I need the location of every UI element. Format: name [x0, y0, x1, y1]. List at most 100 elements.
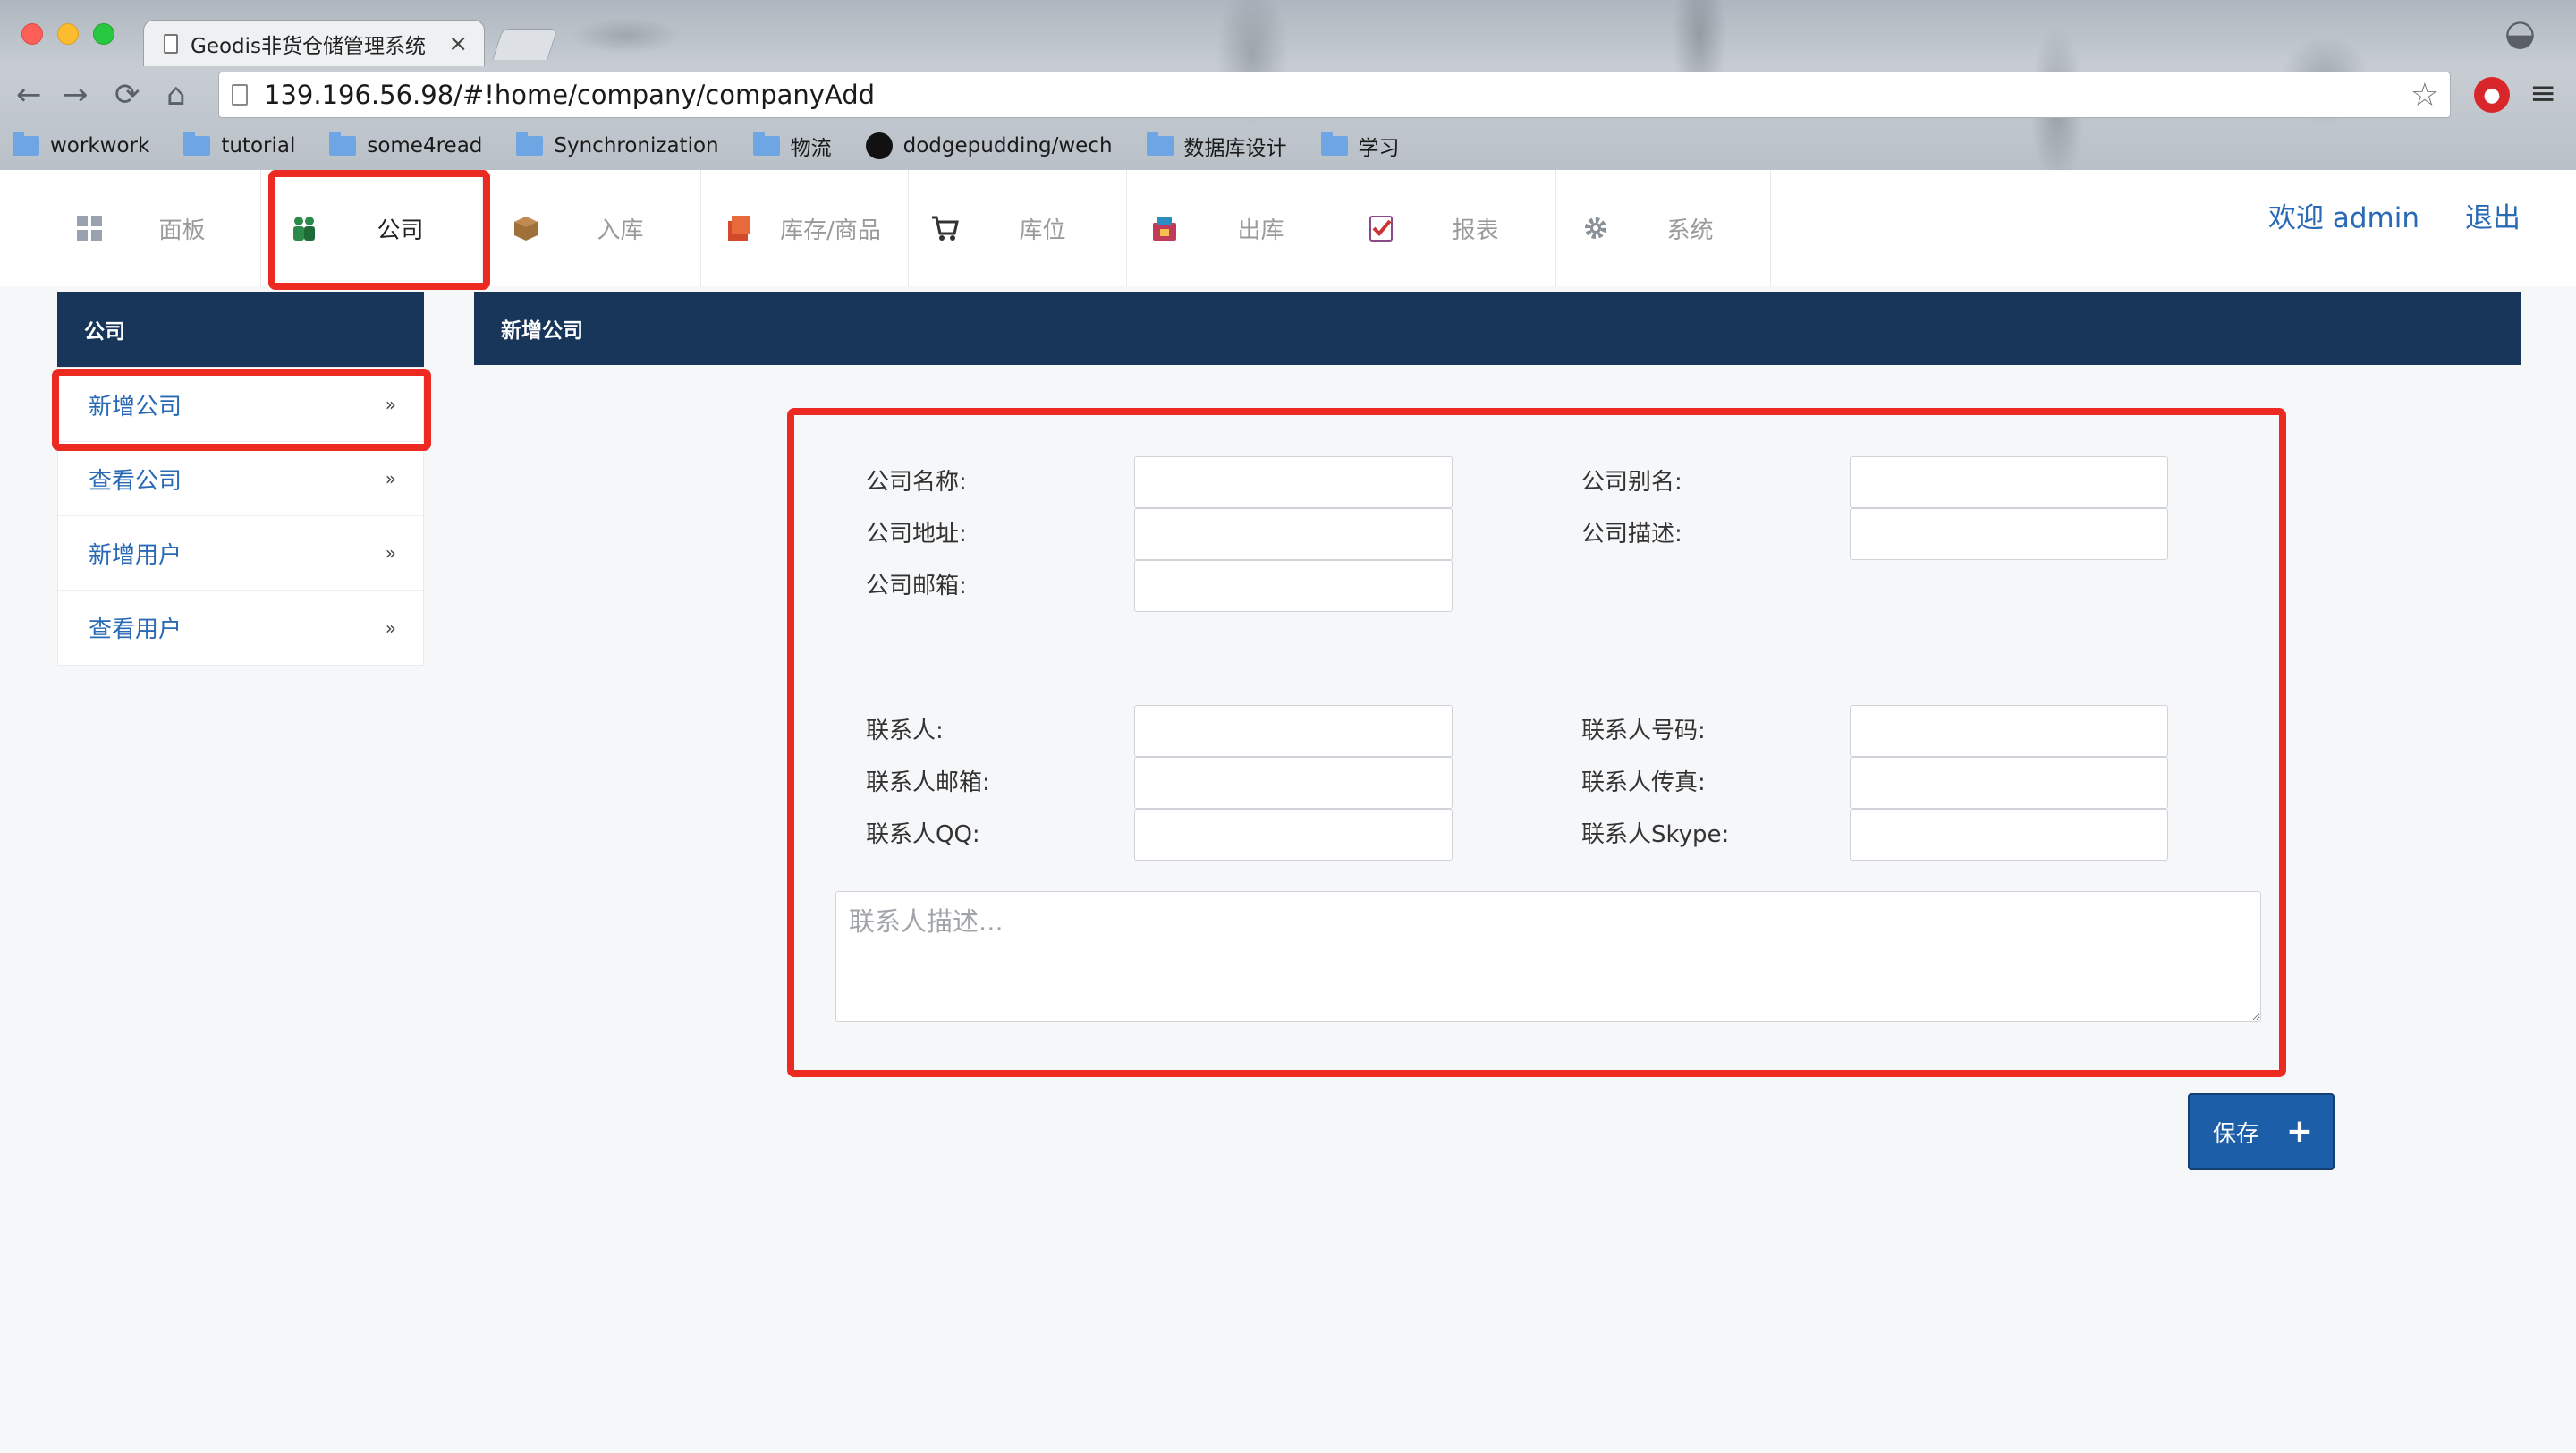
people-icon	[293, 217, 315, 241]
save-button[interactable]: 保存 +	[2188, 1093, 2334, 1170]
save-button-label: 保存	[2213, 1120, 2260, 1148]
contact-phone-label: 联系人号码:	[1581, 718, 1706, 744]
nav-label: 公司	[377, 217, 424, 244]
bookmark-label: workwork	[50, 134, 150, 157]
page-icon	[164, 33, 178, 54]
contact-description-textarea[interactable]	[835, 891, 2261, 1022]
github-icon	[865, 132, 893, 159]
browser-tab[interactable]: Geodis非货仓储管理系统 ×	[143, 20, 485, 66]
contact-phone-input[interactable]	[1850, 705, 2168, 757]
company-alias-input[interactable]	[1850, 456, 2168, 508]
bookmark-label: 学习	[1358, 137, 1400, 160]
sidebar-item-add-company[interactable]: 新增公司 »	[58, 368, 423, 442]
nav-item-company[interactable]: 公司	[268, 170, 483, 286]
bookmark-item[interactable]: workwork	[13, 132, 150, 157]
bookmark-item[interactable]: 物流	[752, 131, 832, 161]
nav-item-report[interactable]: 报表	[1345, 170, 1556, 286]
back-icon[interactable]: ←	[16, 77, 42, 113]
contact-fax-input[interactable]	[1850, 757, 2168, 809]
url-text[interactable]: 139.196.56.98/#!home/company/companyAdd	[264, 80, 2411, 110]
bookmark-item[interactable]: Synchronization	[516, 132, 719, 157]
company-address-label: 公司地址:	[866, 521, 967, 548]
gear-icon	[1585, 217, 1606, 239]
chevron-right-icon: »	[385, 468, 396, 489]
bookmark-label: some4read	[367, 134, 483, 157]
forward-icon[interactable]: →	[63, 77, 89, 113]
company-email-input[interactable]	[1134, 560, 1453, 612]
bookmark-label: dodgepudding/wech	[902, 134, 1113, 157]
extension-icon[interactable]: ●	[2474, 77, 2510, 113]
nav-item-stock[interactable]: 库存/商品	[703, 170, 909, 286]
sidebar-item-label: 查看公司	[89, 467, 182, 495]
minimize-window-button[interactable]	[57, 23, 79, 45]
sidebar-item-view-user[interactable]: 查看用户 »	[58, 591, 423, 665]
nav-label: 出库	[1237, 217, 1284, 244]
company-description-label: 公司描述:	[1581, 521, 1682, 548]
address-bar[interactable]: 139.196.56.98/#!home/company/companyAdd …	[218, 72, 2451, 118]
sidebar-item-label: 新增用户	[89, 541, 182, 569]
company-address-input[interactable]	[1134, 508, 1453, 560]
new-tab-button[interactable]	[492, 29, 558, 60]
outbound-icon	[1153, 217, 1176, 241]
close-window-button[interactable]	[21, 23, 43, 45]
chevron-right-icon: »	[385, 616, 396, 639]
bookmark-item[interactable]: some4read	[329, 132, 483, 157]
nav-item-location[interactable]: 库位	[909, 170, 1127, 286]
contact-email-input[interactable]	[1134, 757, 1453, 809]
contact-email-label: 联系人邮箱:	[866, 769, 990, 796]
bookmark-star-icon[interactable]: ☆	[2411, 77, 2439, 114]
nav-item-outbound[interactable]: 出库	[1129, 170, 1343, 286]
nav-label: 库位	[1019, 217, 1066, 244]
nav-item-inbound[interactable]: 入库	[490, 170, 701, 286]
nav-label: 系统	[1666, 217, 1714, 244]
contact-person-input[interactable]	[1134, 705, 1453, 757]
contact-skype-input[interactable]	[1850, 809, 2168, 861]
nav-label: 入库	[597, 217, 644, 244]
contact-qq-input[interactable]	[1134, 809, 1453, 861]
page-icon	[232, 84, 248, 106]
welcome-user-link[interactable]: 欢迎 admin	[2268, 195, 2419, 235]
sidebar-title: 公司	[57, 292, 424, 367]
folder-icon	[13, 132, 39, 156]
sidebar-menu: 新增公司 » 查看公司 » 新增用户 » 查看用户 »	[57, 367, 424, 666]
nav-item-system[interactable]: 系统	[1560, 170, 1771, 286]
sidebar-item-label: 查看用户	[89, 616, 182, 643]
folder-icon	[752, 132, 780, 156]
report-icon	[1369, 216, 1393, 242]
bookmarks-bar: workwork tutorial some4read Synchronizat…	[0, 125, 2576, 166]
folder-icon	[1146, 132, 1174, 156]
reload-icon[interactable]: ⟳	[114, 77, 140, 113]
bookmark-label: 物流	[790, 137, 832, 160]
box-icon	[514, 217, 538, 241]
page-title: 新增公司	[474, 292, 2521, 365]
folder-icon	[329, 132, 357, 156]
browser-menu-icon[interactable]: ≡	[2529, 75, 2556, 112]
bookmark-item[interactable]: dodgepudding/wech	[865, 132, 1113, 159]
nav-label: 报表	[1452, 217, 1499, 244]
cart-icon	[932, 216, 959, 241]
home-icon[interactable]: ⌂	[166, 77, 186, 113]
contact-fax-label: 联系人传真:	[1581, 769, 1706, 796]
company-alias-label: 公司别名:	[1581, 469, 1682, 496]
zoom-window-button[interactable]	[93, 23, 114, 45]
company-description-input[interactable]	[1850, 508, 2168, 560]
contact-skype-label: 联系人Skype:	[1581, 821, 1730, 848]
sidebar-item-add-user[interactable]: 新增用户 »	[58, 516, 423, 591]
folder-icon	[183, 132, 211, 156]
nav-item-dashboard[interactable]: 面板	[54, 170, 261, 286]
logout-link[interactable]: 退出	[2465, 195, 2521, 235]
sidebar-item-label: 新增公司	[89, 393, 182, 421]
bookmark-item[interactable]: 数据库设计	[1146, 131, 1287, 161]
company-name-input[interactable]	[1134, 456, 1453, 508]
contact-person-label: 联系人:	[866, 718, 944, 744]
dashboard-icon	[77, 216, 102, 241]
contact-qq-label: 联系人QQ:	[866, 821, 980, 848]
bookmark-label: tutorial	[221, 134, 296, 157]
bookmark-item[interactable]: 学习	[1320, 131, 1400, 161]
bookmark-item[interactable]: tutorial	[183, 132, 296, 157]
sidebar-item-view-company[interactable]: 查看公司 »	[58, 442, 423, 516]
tab-close-icon[interactable]: ×	[448, 30, 468, 57]
folder-icon	[516, 132, 544, 156]
chevron-right-icon: »	[385, 542, 396, 564]
bookmark-label: Synchronization	[554, 134, 719, 157]
